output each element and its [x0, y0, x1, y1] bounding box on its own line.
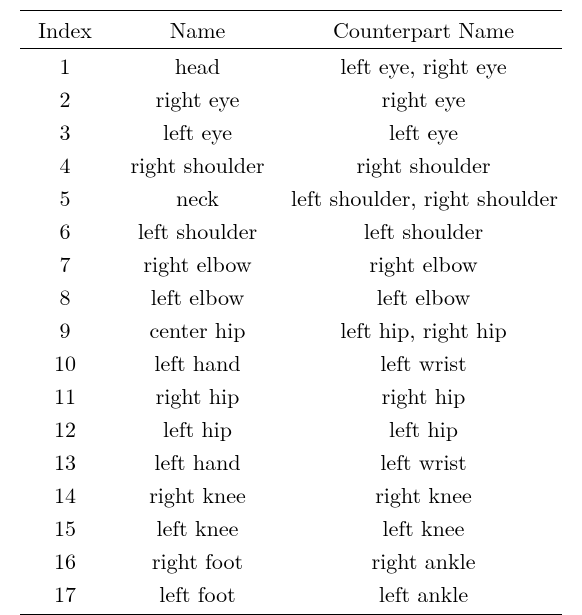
cell-index: 4 [20, 148, 110, 181]
cell-name: head [110, 49, 285, 83]
cell-name: right knee [110, 478, 285, 511]
cell-index: 14 [20, 478, 110, 511]
cell-counterpart: left hip, right hip [285, 313, 562, 346]
cell-index: 16 [20, 544, 110, 577]
cell-name: right elbow [110, 247, 285, 280]
cell-counterpart: left knee [285, 511, 562, 544]
cell-index: 13 [20, 445, 110, 478]
cell-index: 2 [20, 82, 110, 115]
cell-counterpart: left eye, right eye [285, 49, 562, 83]
table-row: 16 right foot right ankle [20, 544, 562, 577]
cell-counterpart: right shoulder [285, 148, 562, 181]
column-header-name: Name [110, 11, 285, 49]
table-row: 2 right eye right eye [20, 82, 562, 115]
cell-counterpart: left eye [285, 115, 562, 148]
cell-name: right shoulder [110, 148, 285, 181]
cell-name: left hand [110, 346, 285, 379]
cell-index: 17 [20, 577, 110, 615]
table-header-row: Index Name Counterpart Name [20, 11, 562, 49]
table-row: 13 left hand left wrist [20, 445, 562, 478]
table-row: 6 left shoulder left shoulder [20, 214, 562, 247]
table-row: 12 left hip left hip [20, 412, 562, 445]
column-header-counterpart: Counterpart Name [285, 11, 562, 49]
cell-name: left shoulder [110, 214, 285, 247]
cell-index: 9 [20, 313, 110, 346]
table-row: 10 left hand left wrist [20, 346, 562, 379]
table-container: Index Name Counterpart Name 1 head left … [0, 0, 582, 552]
cell-index: 6 [20, 214, 110, 247]
cell-name: left hand [110, 445, 285, 478]
cell-counterpart: left wrist [285, 445, 562, 478]
cell-counterpart: left shoulder, right shoulder [285, 181, 562, 214]
cell-index: 15 [20, 511, 110, 544]
table-row: 8 left elbow left elbow [20, 280, 562, 313]
table-row: 14 right knee right knee [20, 478, 562, 511]
cell-name: neck [110, 181, 285, 214]
cell-name: left hip [110, 412, 285, 445]
table-row: 17 left foot left ankle [20, 577, 562, 615]
table-row: 4 right shoulder right shoulder [20, 148, 562, 181]
cell-counterpart: left wrist [285, 346, 562, 379]
table-row: 9 center hip left hip, right hip [20, 313, 562, 346]
cell-name: right foot [110, 544, 285, 577]
cell-index: 1 [20, 49, 110, 83]
cell-counterpart: left shoulder [285, 214, 562, 247]
table-row: 7 right elbow right elbow [20, 247, 562, 280]
cell-index: 5 [20, 181, 110, 214]
cell-counterpart: right eye [285, 82, 562, 115]
cell-counterpart: left elbow [285, 280, 562, 313]
cell-counterpart: left hip [285, 412, 562, 445]
cell-counterpart: right hip [285, 379, 562, 412]
table-row: 3 left eye left eye [20, 115, 562, 148]
cell-index: 10 [20, 346, 110, 379]
table-row: 11 right hip right hip [20, 379, 562, 412]
cell-index: 3 [20, 115, 110, 148]
cell-name: left eye [110, 115, 285, 148]
cell-name: center hip [110, 313, 285, 346]
cell-index: 11 [20, 379, 110, 412]
cell-counterpart: right ankle [285, 544, 562, 577]
cell-counterpart: right knee [285, 478, 562, 511]
cell-index: 7 [20, 247, 110, 280]
cell-name: right eye [110, 82, 285, 115]
cell-index: 12 [20, 412, 110, 445]
cell-name: right hip [110, 379, 285, 412]
cell-counterpart: right elbow [285, 247, 562, 280]
cell-index: 8 [20, 280, 110, 313]
cell-name: left elbow [110, 280, 285, 313]
cell-name: left foot [110, 577, 285, 615]
table-row: 15 left knee left knee [20, 511, 562, 544]
cell-name: left knee [110, 511, 285, 544]
column-header-index: Index [20, 11, 110, 49]
table-row: 5 neck left shoulder, right shoulder [20, 181, 562, 214]
keypoint-mapping-table: Index Name Counterpart Name 1 head left … [20, 10, 562, 615]
cell-counterpart: left ankle [285, 577, 562, 615]
table-row: 1 head left eye, right eye [20, 49, 562, 83]
